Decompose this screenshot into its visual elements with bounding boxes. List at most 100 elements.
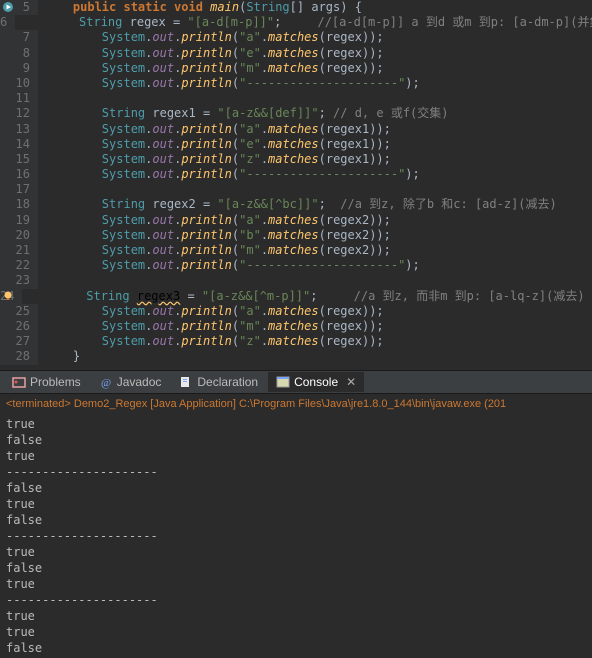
code-editor[interactable]: 5 public static void main(String[] args)… (0, 0, 592, 370)
code-content[interactable]: public static void main(String[] args) { (38, 0, 592, 15)
line-number: 24 (0, 289, 22, 304)
console-line: false (6, 432, 586, 448)
code-content[interactable]: System.out.println("m".matches(regex)); (38, 319, 592, 334)
code-line[interactable]: 22 System.out.println("-----------------… (0, 258, 592, 273)
code-content[interactable]: System.out.println("a".matches(regex1)); (38, 122, 592, 137)
code-content[interactable]: System.out.println("z".matches(regex1)); (38, 152, 592, 167)
line-number: 18 (0, 197, 38, 212)
view-tabs: Problems @ Javadoc Declaration Console✕ (0, 370, 592, 394)
code-line[interactable]: 8 System.out.println("e".matches(regex))… (0, 46, 592, 61)
code-line[interactable]: 10 System.out.println("-----------------… (0, 76, 592, 91)
line-number: 23 (0, 273, 38, 288)
line-number: 13 (0, 122, 38, 137)
tab-label: Javadoc (117, 375, 162, 389)
line-number: 8 (0, 46, 38, 61)
terminated-bar: <terminated> Demo2_Regex [Java Applicati… (0, 394, 592, 414)
code-line[interactable]: 15 System.out.println("z".matches(regex1… (0, 152, 592, 167)
code-line[interactable]: 23 (0, 273, 592, 288)
tab-label: Problems (30, 375, 81, 389)
code-content[interactable]: System.out.println("a".matches(regex)); (38, 30, 592, 45)
console-line: false (6, 480, 586, 496)
line-number: 14 (0, 137, 38, 152)
line-number: 26 (0, 319, 38, 334)
console-line: true (6, 544, 586, 560)
code-line[interactable]: 12 String regex1 = "[a-z&&[def]]"; // d,… (0, 106, 592, 121)
problems-icon (12, 375, 26, 389)
code-line[interactable]: 17 (0, 182, 592, 197)
code-line[interactable]: 6 String regex = "[a-d[m-p]]"; //[a-d[m-… (0, 15, 592, 30)
console-line: --------------------- (6, 464, 586, 480)
tab-problems[interactable]: Problems (4, 372, 89, 392)
code-line[interactable]: 26 System.out.println("m".matches(regex)… (0, 319, 592, 334)
lightbulb-icon[interactable] (2, 290, 14, 302)
code-content[interactable] (38, 91, 592, 106)
code-content[interactable]: System.out.println("m".matches(regex2)); (38, 243, 592, 258)
code-line[interactable]: 28 } (0, 349, 592, 364)
line-number: 22 (0, 258, 38, 273)
code-line[interactable]: 21 System.out.println("m".matches(regex2… (0, 243, 592, 258)
code-content[interactable]: System.out.println("b".matches(regex2)); (38, 228, 592, 243)
tab-console[interactable]: Console✕ (268, 372, 364, 392)
console-icon (276, 375, 290, 389)
line-number: 17 (0, 182, 38, 197)
run-marker-icon[interactable] (2, 1, 14, 13)
console-line: --------------------- (6, 528, 586, 544)
line-number: 16 (0, 167, 38, 182)
line-number: 6 (0, 15, 15, 30)
code-content[interactable]: System.out.println("z".matches(regex)); (38, 334, 592, 349)
line-number: 25 (0, 304, 38, 319)
line-number: 21 (0, 243, 38, 258)
console-line: --------------------- (6, 592, 586, 608)
code-content[interactable]: System.out.println("--------------------… (38, 167, 592, 182)
close-icon[interactable]: ✕ (346, 375, 356, 389)
console-line: true (6, 608, 586, 624)
code-line[interactable]: 16 System.out.println("-----------------… (0, 167, 592, 182)
console-output[interactable]: truefalsetrue---------------------falset… (0, 414, 592, 658)
code-content[interactable] (38, 182, 592, 197)
declaration-icon (179, 375, 193, 389)
code-line[interactable]: 27 System.out.println("z".matches(regex)… (0, 334, 592, 349)
code-content[interactable]: System.out.println("e".matches(regex1)); (38, 137, 592, 152)
line-number: 15 (0, 152, 38, 167)
code-line[interactable]: 20 System.out.println("b".matches(regex2… (0, 228, 592, 243)
code-line[interactable]: 14 System.out.println("e".matches(regex1… (0, 137, 592, 152)
console-line: false (6, 560, 586, 576)
code-line[interactable]: 18 String regex2 = "[a-z&&[^bc]]"; //a 到… (0, 197, 592, 212)
line-number: 28 (0, 349, 38, 364)
code-content[interactable]: System.out.println("e".matches(regex)); (38, 46, 592, 61)
tab-declaration[interactable]: Declaration (171, 372, 266, 392)
code-line[interactable]: 11 (0, 91, 592, 106)
svg-text:@: @ (101, 377, 111, 389)
code-content[interactable]: System.out.println("a".matches(regex2)); (38, 213, 592, 228)
code-line[interactable]: 24 String regex3 = "[a-z&&[^m-p]]"; //a … (0, 289, 592, 304)
code-content[interactable]: System.out.println("m".matches(regex)); (38, 61, 592, 76)
code-line[interactable]: 19 System.out.println("a".matches(regex2… (0, 213, 592, 228)
code-line[interactable]: 9 System.out.println("m".matches(regex))… (0, 61, 592, 76)
line-number: 20 (0, 228, 38, 243)
console-line: false (6, 640, 586, 656)
code-content[interactable]: String regex1 = "[a-z&&[def]]"; // d, e … (38, 106, 592, 121)
console-line: false (6, 512, 586, 528)
code-content[interactable]: String regex3 = "[a-z&&[^m-p]]"; //a 到z,… (22, 289, 592, 304)
code-content[interactable]: } (38, 349, 592, 364)
line-number: 27 (0, 334, 38, 349)
tab-javadoc[interactable]: @ Javadoc (91, 372, 170, 392)
code-line[interactable]: 7 System.out.println("a".matches(regex))… (0, 30, 592, 45)
code-line[interactable]: 5 public static void main(String[] args)… (0, 0, 592, 15)
code-content[interactable]: System.out.println("--------------------… (38, 258, 592, 273)
console-line: true (6, 448, 586, 464)
code-content[interactable]: System.out.println("a".matches(regex)); (38, 304, 592, 319)
line-number: 5 (0, 0, 38, 15)
line-number: 9 (0, 61, 38, 76)
tab-label: Declaration (197, 375, 258, 389)
console-line: true (6, 416, 586, 432)
code-line[interactable]: 13 System.out.println("a".matches(regex1… (0, 122, 592, 137)
code-content[interactable]: String regex2 = "[a-z&&[^bc]]"; //a 到z, … (38, 197, 592, 212)
code-content[interactable]: String regex = "[a-d[m-p]]"; //[a-d[m-p]… (15, 15, 592, 30)
console-line: true (6, 496, 586, 512)
code-content[interactable]: System.out.println("--------------------… (38, 76, 592, 91)
code-content[interactable] (38, 273, 592, 288)
line-number: 11 (0, 91, 38, 106)
code-line[interactable]: 25 System.out.println("a".matches(regex)… (0, 304, 592, 319)
line-number: 12 (0, 106, 38, 121)
